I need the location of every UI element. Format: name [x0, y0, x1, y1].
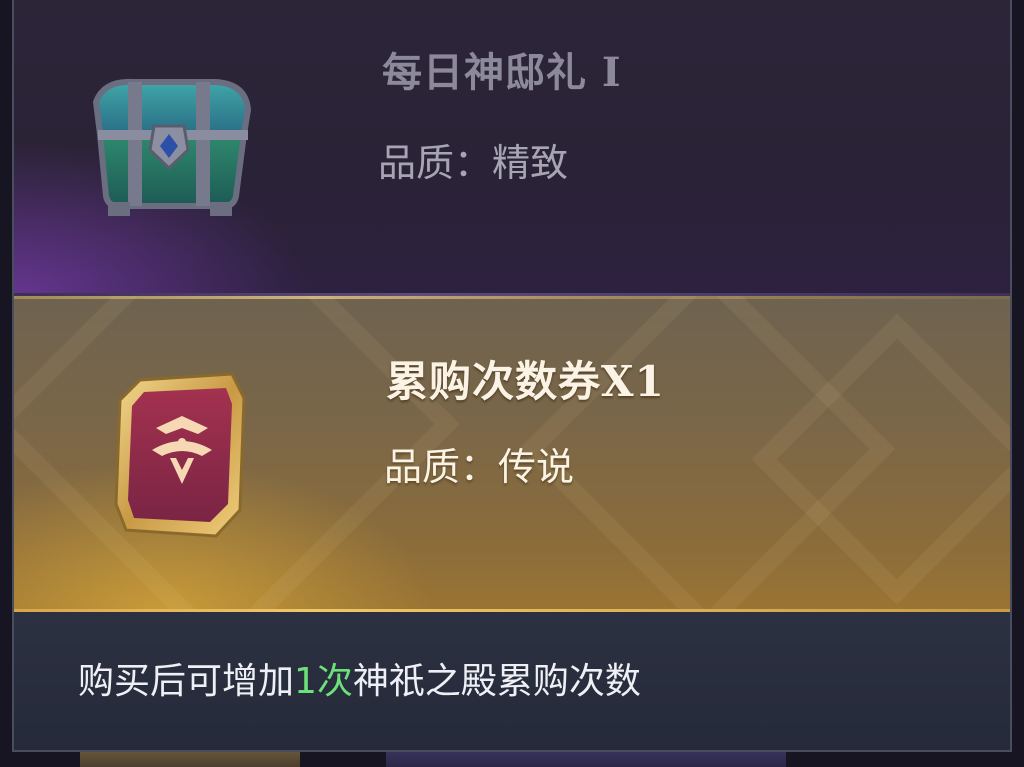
item-card: 每日神邸礼 I 品质：精致 累购次数券X1 品质：传说	[12, 0, 1012, 752]
description-suffix: 神祇之殿累购次数	[352, 661, 641, 702]
quality-value: 传说	[498, 445, 575, 489]
quality-label: 品质：	[378, 141, 493, 185]
item-detail-panel: 每日神邸礼 I 品质：精致 累购次数券X1 品质：传说 购买后可增加1次神祇之殿…	[0, 0, 1024, 767]
item-description: 购买后可增加1次神祇之殿累购次数	[78, 652, 641, 704]
item-title: 每日神邸礼 I	[382, 49, 622, 96]
description-highlight: 1次	[294, 661, 353, 702]
quality-value: 精致	[492, 141, 569, 185]
item-title: 累购次数券X1	[386, 357, 665, 406]
item-quality: 品质：传说	[384, 436, 574, 491]
item-row-daily-gift[interactable]: 每日神邸礼 I 品质：精致	[14, 0, 1010, 296]
quality-label: 品质：	[384, 445, 499, 489]
description-prefix: 购买后可增加	[78, 661, 295, 702]
treasure-chest-icon	[84, 70, 254, 234]
item-quality: 品质：精致	[378, 132, 568, 187]
legendary-ticket-icon	[112, 372, 252, 546]
